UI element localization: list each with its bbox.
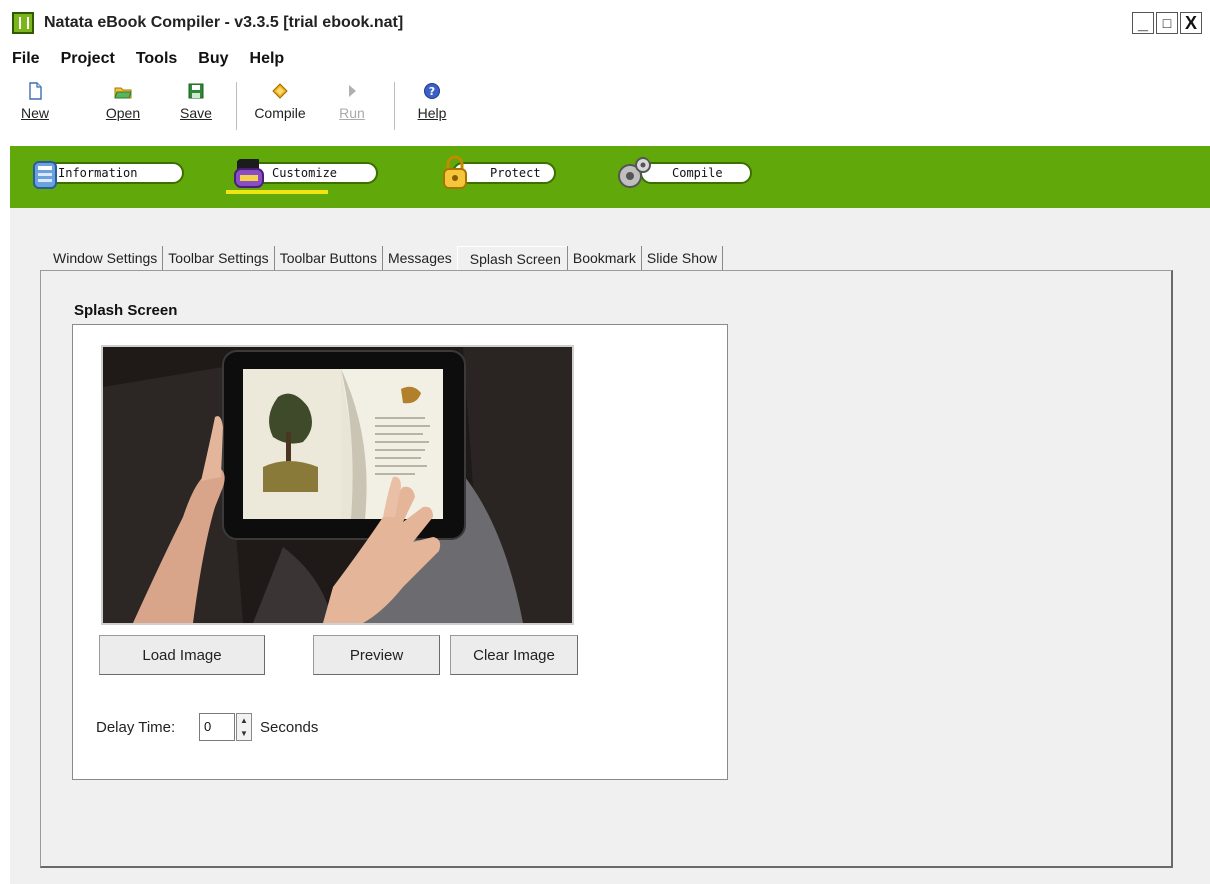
delay-time-input[interactable]: 0 bbox=[199, 713, 235, 741]
menu-buy[interactable]: Buy bbox=[186, 46, 237, 72]
close-button[interactable]: X bbox=[1180, 12, 1202, 34]
window-controls: _ □ X bbox=[1132, 12, 1202, 34]
toolbar-separator bbox=[394, 82, 395, 130]
tab-toolbar-buttons[interactable]: Toolbar Buttons bbox=[275, 246, 383, 270]
spinner-down-icon[interactable]: ▼ bbox=[237, 727, 251, 740]
new-button[interactable]: New bbox=[20, 82, 50, 121]
menu-project[interactable]: Project bbox=[49, 46, 124, 72]
tablet-ebook-photo bbox=[103, 347, 572, 623]
tab-splash-screen[interactable]: Splash Screen bbox=[456, 246, 567, 270]
nav-tab-customize-label: Customize bbox=[272, 166, 338, 180]
information-icon bbox=[33, 161, 57, 189]
nav-tab-information-label: Information bbox=[58, 166, 138, 180]
open-label: Open bbox=[105, 105, 141, 121]
new-label: New bbox=[20, 105, 49, 121]
seconds-label: Seconds bbox=[260, 719, 319, 736]
delay-time-spinner[interactable]: ▲ ▼ bbox=[236, 713, 252, 741]
help-label: Help bbox=[417, 105, 447, 121]
new-document-icon bbox=[29, 82, 42, 100]
maximize-button[interactable]: □ bbox=[1156, 12, 1178, 34]
run-label: Run bbox=[339, 105, 365, 121]
svg-text:?: ? bbox=[429, 85, 435, 98]
active-tab-indicator bbox=[226, 190, 328, 194]
gears-icon bbox=[618, 157, 651, 188]
nav-tab-customize[interactable]: Customize bbox=[248, 162, 378, 184]
toolbar-separator bbox=[236, 82, 237, 130]
compile-icon bbox=[272, 83, 288, 99]
tab-slide-show[interactable]: Slide Show bbox=[642, 246, 723, 270]
run-button[interactable]: Run bbox=[332, 82, 372, 121]
menu-file[interactable]: File bbox=[0, 46, 49, 72]
toolbar: New Open Save Compile Run ? Help bbox=[0, 78, 1210, 136]
menu-bar: File Project Tools Buy Help bbox=[0, 46, 293, 72]
menu-help[interactable]: Help bbox=[238, 46, 294, 72]
open-folder-icon bbox=[114, 87, 132, 99]
save-disk-icon bbox=[188, 83, 204, 99]
lock-icon bbox=[443, 155, 467, 189]
minimize-button[interactable]: _ bbox=[1132, 12, 1154, 34]
compile-label: Compile bbox=[254, 105, 306, 121]
help-icon: ? bbox=[424, 83, 440, 99]
preview-button[interactable]: Preview bbox=[313, 635, 440, 675]
delay-time-label: Delay Time: bbox=[96, 719, 176, 736]
window-title: Natata eBook Compiler - v3.3.5 [trial eb… bbox=[44, 14, 404, 31]
tab-toolbar-settings[interactable]: Toolbar Settings bbox=[163, 246, 275, 270]
run-arrow-icon bbox=[349, 85, 356, 97]
splash-image bbox=[101, 345, 574, 625]
open-button[interactable]: Open bbox=[98, 82, 148, 121]
save-button[interactable]: Save bbox=[173, 82, 219, 121]
tab-messages[interactable]: Messages bbox=[383, 246, 457, 270]
group-title: Splash Screen bbox=[74, 302, 178, 319]
save-label: Save bbox=[180, 105, 212, 121]
title-bar: Natata eBook Compiler - v3.3.5 [trial eb… bbox=[0, 0, 1210, 42]
nav-bar: Information Customize Protect Compile bbox=[10, 146, 1210, 208]
customize-icon bbox=[234, 159, 264, 188]
tab-bookmark[interactable]: Bookmark bbox=[566, 246, 642, 270]
compile-button[interactable]: Compile bbox=[247, 82, 313, 121]
clear-image-button[interactable]: Clear Image bbox=[450, 635, 578, 675]
help-button[interactable]: ? Help bbox=[412, 82, 452, 121]
nav-tab-compile-label: Compile bbox=[672, 166, 723, 180]
settings-tabs: Window Settings Toolbar Settings Toolbar… bbox=[48, 244, 723, 272]
load-image-button[interactable]: Load Image bbox=[99, 635, 265, 675]
nav-tab-compile[interactable]: Compile bbox=[640, 162, 752, 184]
menu-tools[interactable]: Tools bbox=[124, 46, 186, 72]
app-icon bbox=[12, 12, 34, 34]
nav-tab-protect-label: Protect bbox=[490, 166, 541, 180]
tab-window-settings[interactable]: Window Settings bbox=[48, 246, 164, 270]
spinner-up-icon[interactable]: ▲ bbox=[237, 714, 251, 727]
